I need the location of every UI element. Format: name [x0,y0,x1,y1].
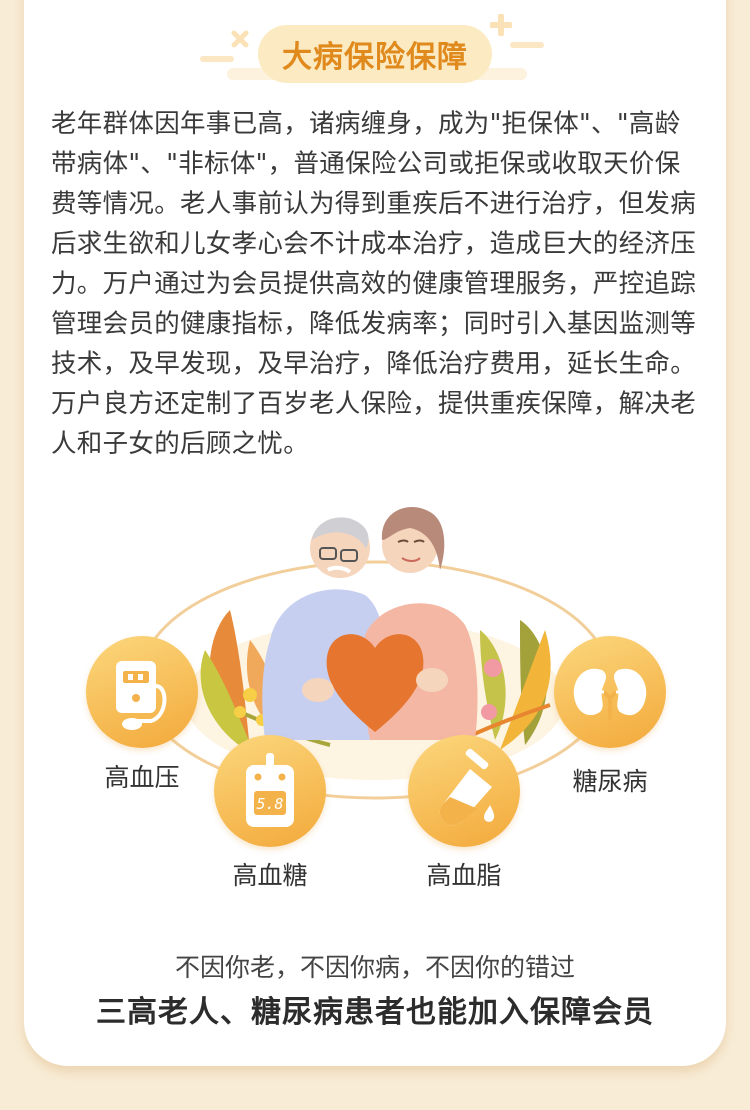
blood-glucose-circle: 5.8 [214,735,326,847]
plus-deco-icon [490,14,512,36]
section-title: 大病保险保障 [258,25,492,83]
condition-label-hyperlipidemia: 高血脂 [426,861,502,890]
diabetes-circle [554,636,666,748]
condition-label-hypertension: 高血压 [104,763,180,792]
tagline-headline: 三高老人、糖尿病患者也能加入保障会员 [96,995,654,1030]
blood-pressure-monitor-icon [116,661,167,730]
title-deco-left [200,56,234,62]
condition-label-hyperglycemia: 高血糖 [232,861,308,890]
tagline-subtitle: 不因你老，不因你病，不因你的错过 [174,953,575,982]
glucose-reading: 5.8 [256,795,283,813]
section-header: 大病保险保障 [0,0,750,95]
cross-deco-icon [231,30,249,48]
blood-pressure-circle [86,636,198,748]
glucose-meter-icon: 5.8 [246,753,294,827]
blood-lipid-circle [408,735,520,847]
title-deco-right [510,42,544,48]
test-tube-icon [439,748,495,826]
kidney-icon [573,668,647,720]
intro-paragraph: 老年群体因年事已高，诸病缠身，成为"拒保体"、"高龄带病体"、"非标体"，普通保… [51,109,697,459]
condition-label-diabetes: 糖尿病 [572,767,648,796]
